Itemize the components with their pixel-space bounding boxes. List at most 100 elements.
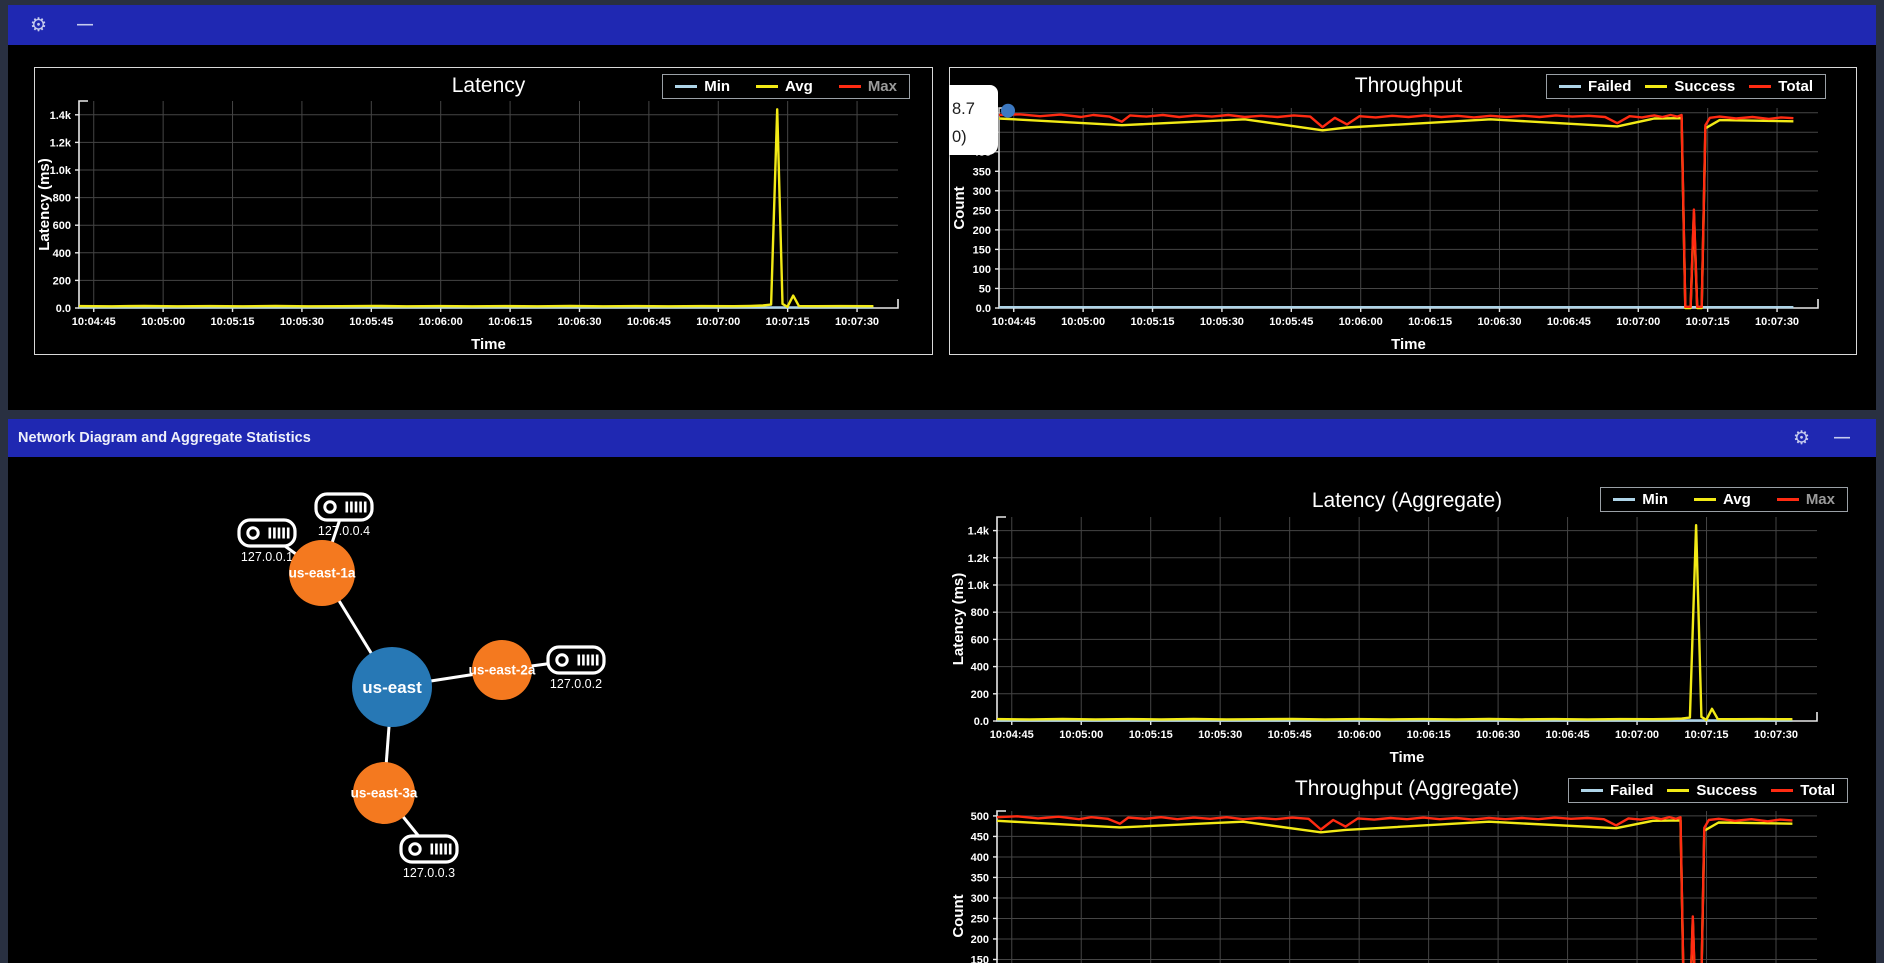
throughput-legend-item-total[interactable]: Total xyxy=(1749,78,1813,95)
x-tick-label: 10:04:45 xyxy=(72,316,116,328)
legend-label: Failed xyxy=(1588,78,1631,95)
network-canvas: 127.0.0.1127.0.0.4127.0.0.2127.0.0.3us-e… xyxy=(8,457,940,963)
y-tick-label: 150 xyxy=(973,244,991,256)
legend-label: Success xyxy=(1674,78,1735,95)
y-tick-label: 800 xyxy=(971,607,989,619)
x-tick-label: 10:05:15 xyxy=(1129,729,1173,741)
x-tick-label: 10:07:15 xyxy=(766,316,810,328)
router-ip-label: 127.0.0.4 xyxy=(318,524,370,538)
x-tick-label: 10:06:45 xyxy=(627,316,671,328)
y-tick-label: 1.2k xyxy=(50,137,72,149)
node-label-us-east: us-east xyxy=(362,678,422,697)
latency_agg-legend-item-min[interactable]: Min xyxy=(1613,491,1668,508)
legend-label: Total xyxy=(1800,782,1835,799)
x-tick-label: 10:05:45 xyxy=(349,316,393,328)
throughput-legend-item-failed[interactable]: Failed xyxy=(1559,78,1631,95)
throughput_agg-legend-item-failed[interactable]: Failed xyxy=(1581,782,1653,799)
throughput-canvas: 10:04:4510:05:0010:05:1510:05:3010:05:45… xyxy=(950,68,1856,354)
x-tick-label: 10:07:30 xyxy=(835,316,879,328)
latency-aggregate-chart[interactable]: 10:04:4510:05:0010:05:1510:05:3010:05:45… xyxy=(949,483,1857,765)
x-tick-label: 10:05:00 xyxy=(1059,729,1103,741)
legend-label: Success xyxy=(1696,782,1757,799)
y-tick-label: 150 xyxy=(971,954,989,963)
throughput_agg-legend-item-success[interactable]: Success xyxy=(1667,782,1757,799)
hover-marker-dot xyxy=(1001,104,1015,118)
x-tick-label: 10:07:00 xyxy=(1616,316,1660,328)
gear-icon[interactable]: ⚙ xyxy=(30,16,47,35)
latency_agg-title: Latency (Aggregate) xyxy=(1312,489,1502,512)
y-tick-label: 200 xyxy=(973,225,991,237)
node-label-us-east-3a: us-east-3a xyxy=(351,786,418,801)
latency-series-avg xyxy=(79,109,873,307)
legend-label: Failed xyxy=(1610,782,1653,799)
x-tick-label: 10:06:15 xyxy=(1408,316,1452,328)
y-tick-label: 1.2k xyxy=(968,553,990,565)
x-axis-label: Time xyxy=(1390,749,1425,765)
y-tick-label: 0.0 xyxy=(976,303,991,315)
y-tick-label: 0.0 xyxy=(974,716,989,728)
router-icon[interactable] xyxy=(239,520,295,546)
legend-swatch xyxy=(1581,789,1603,792)
throughput-legend: Failed Success Total xyxy=(1546,74,1826,99)
x-tick-label: 10:07:00 xyxy=(1615,729,1659,741)
throughput_agg-legend-item-total[interactable]: Total xyxy=(1771,782,1835,799)
legend-swatch xyxy=(839,85,861,88)
y-tick-label: 350 xyxy=(973,166,991,178)
legend-label: Avg xyxy=(785,78,813,95)
legend-swatch xyxy=(1777,498,1799,501)
router-icon[interactable] xyxy=(548,647,604,673)
collapse-icon[interactable]: — xyxy=(1834,430,1850,446)
throughput_agg-series-success xyxy=(997,820,1792,963)
throughput-aggregate-chart[interactable]: 10:04:4510:05:0010:05:1510:05:3010:05:45… xyxy=(949,765,1857,963)
legend-swatch xyxy=(1645,85,1667,88)
x-tick-label: 10:07:00 xyxy=(696,316,740,328)
network-panel-header: Network Diagram and Aggregate Statistics… xyxy=(8,419,1876,457)
x-tick-label: 10:06:00 xyxy=(419,316,463,328)
x-tick-label: 10:06:15 xyxy=(488,316,532,328)
x-tick-label: 10:06:00 xyxy=(1339,316,1383,328)
legend-label: Min xyxy=(1642,491,1668,508)
latency_agg-legend-item-avg[interactable]: Avg xyxy=(1694,491,1751,508)
router-ip-label: 127.0.0.2 xyxy=(550,677,602,691)
network-diagram[interactable]: 127.0.0.1127.0.0.4127.0.0.2127.0.0.3us-e… xyxy=(8,457,940,963)
x-tick-label: 10:07:15 xyxy=(1685,729,1729,741)
throughput_agg-series-total xyxy=(997,816,1792,963)
y-tick-label: 300 xyxy=(971,893,989,905)
y-tick-label: 50 xyxy=(979,283,991,295)
collapse-icon[interactable]: — xyxy=(77,17,93,33)
x-tick-label: 10:06:30 xyxy=(557,316,601,328)
x-tick-label: 10:05:00 xyxy=(1061,316,1105,328)
gear-icon[interactable]: ⚙ xyxy=(1793,429,1810,448)
y-tick-label: 400 xyxy=(971,852,989,864)
throughput-legend-item-success[interactable]: Success xyxy=(1645,78,1735,95)
latency-legend-item-min[interactable]: Min xyxy=(675,78,730,95)
x-tick-label: 10:06:45 xyxy=(1546,729,1590,741)
latency-chart[interactable]: 10:04:4510:05:0010:05:1510:05:3010:05:45… xyxy=(34,67,933,355)
x-tick-label: 10:05:15 xyxy=(1131,316,1175,328)
y-tick-label: 1.4k xyxy=(968,526,990,538)
x-tick-label: 10:04:45 xyxy=(990,729,1034,741)
throughput_agg-title: Throughput (Aggregate) xyxy=(1295,777,1519,800)
router-icon[interactable] xyxy=(401,836,457,862)
router-ip-label: 127.0.0.3 xyxy=(403,866,455,880)
x-axis-label: Time xyxy=(471,336,506,353)
y-tick-label: 350 xyxy=(971,872,989,884)
latency-legend-item-max[interactable]: Max xyxy=(839,78,897,95)
x-tick-label: 10:07:30 xyxy=(1755,316,1799,328)
latency-legend-item-avg[interactable]: Avg xyxy=(756,78,813,95)
y-axis-label: Count xyxy=(951,186,968,229)
legend-swatch xyxy=(1667,789,1689,792)
x-tick-label: 10:06:00 xyxy=(1337,729,1381,741)
y-tick-label: 200 xyxy=(971,689,989,701)
y-axis-label: Latency (ms) xyxy=(950,573,967,666)
latency_agg-canvas: 10:04:4510:05:0010:05:1510:05:3010:05:45… xyxy=(949,483,1855,765)
x-tick-label: 10:04:45 xyxy=(992,316,1036,328)
throughput-chart[interactable]: 10:04:4510:05:0010:05:1510:05:3010:05:45… xyxy=(949,67,1857,355)
y-tick-label: 1.0k xyxy=(968,580,990,592)
latency_agg-legend: Min Avg Max xyxy=(1600,487,1848,512)
latency_agg-legend-item-max[interactable]: Max xyxy=(1777,491,1835,508)
legend-swatch xyxy=(1559,85,1581,88)
y-tick-label: 200 xyxy=(53,275,71,287)
router-icon[interactable] xyxy=(316,494,372,520)
x-tick-label: 10:05:30 xyxy=(1200,316,1244,328)
